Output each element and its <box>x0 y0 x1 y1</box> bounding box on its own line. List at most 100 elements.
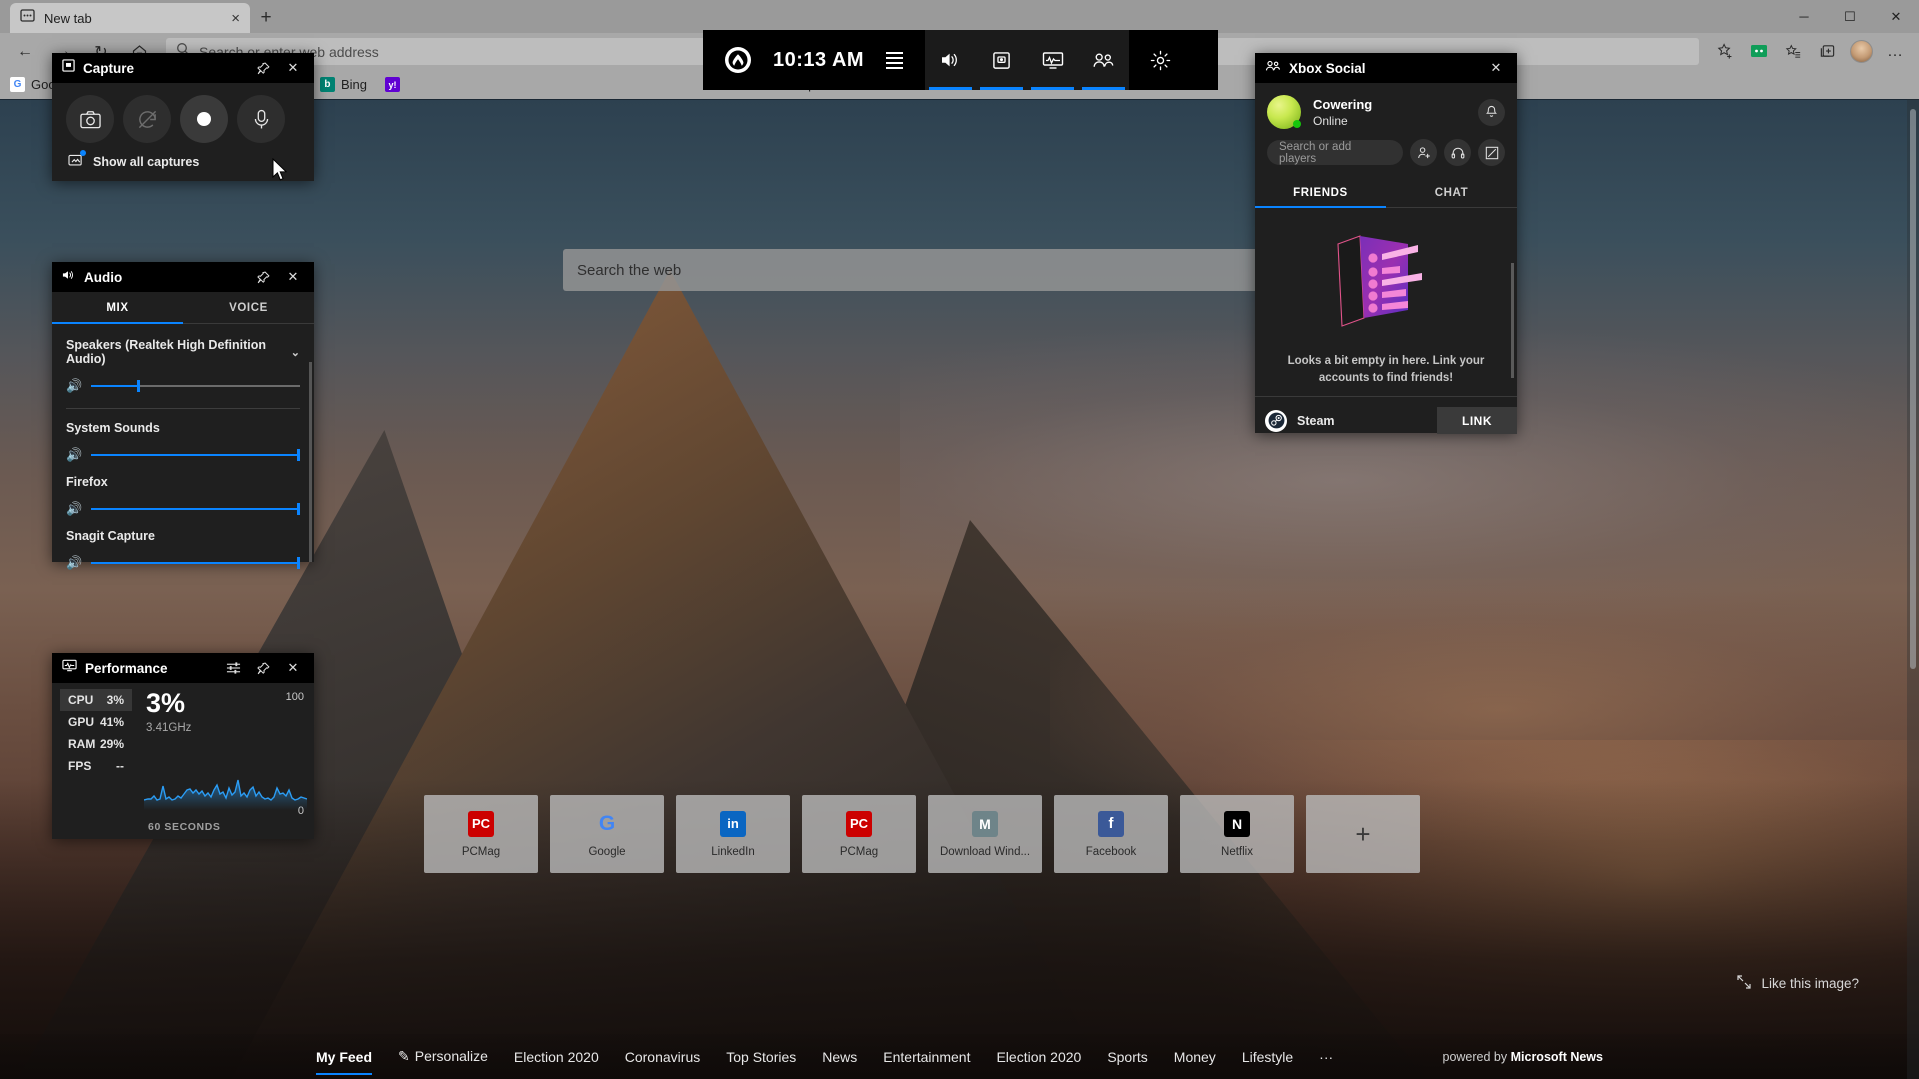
minimize-button[interactable]: ─ <box>1781 0 1827 33</box>
speaker-icon: 🔊 <box>66 555 83 570</box>
audio-channel-slider[interactable]: 🔊 <box>66 489 300 517</box>
tab-actions-icon[interactable] <box>1811 37 1843 67</box>
game-bar-tab-audio[interactable] <box>925 30 976 90</box>
favorites-list-icon[interactable] <box>1777 37 1809 67</box>
scrollbar-thumb[interactable] <box>1910 109 1916 669</box>
record-last-30-seconds-button[interactable] <box>123 95 171 143</box>
collections-icon[interactable] <box>1743 37 1775 67</box>
back-icon[interactable]: ← <box>8 37 42 67</box>
close-icon[interactable]: ✕ <box>282 56 304 80</box>
news-tab-personalize[interactable]: ✎ Personalize <box>398 1048 488 1065</box>
chevron-down-icon[interactable]: ⌄ <box>291 346 300 359</box>
avatar[interactable] <box>1267 95 1301 129</box>
bookmark-item[interactable]: y! <box>384 77 406 92</box>
new-tab-button[interactable]: + <box>252 5 280 31</box>
favorite-star-icon[interactable] <box>1709 37 1741 67</box>
like-this-image[interactable]: Like this image? <box>1737 975 1859 992</box>
page-scrollbar[interactable] <box>1907 99 1919 1079</box>
news-tab-top-stories[interactable]: Top Stories <box>726 1049 796 1065</box>
slider-fill <box>91 562 300 564</box>
shortcut-tile[interactable]: PC PCMag <box>802 795 916 873</box>
more-menu-icon[interactable]: … <box>1879 37 1911 67</box>
slider-track[interactable] <box>91 557 300 569</box>
news-tab-money[interactable]: Money <box>1174 1049 1216 1065</box>
steam-icon <box>1265 409 1287 432</box>
maximize-button[interactable]: ☐ <box>1827 0 1873 33</box>
audio-channel-label: System Sounds <box>66 421 160 435</box>
game-bar-tab-xbox-social[interactable] <box>1078 30 1129 90</box>
perf-stat-ram[interactable]: RAM 29% <box>60 733 132 755</box>
slider-track[interactable] <box>91 449 300 461</box>
news-tab-lifestyle[interactable]: Lifestyle <box>1242 1049 1293 1065</box>
performance-axis-top: 100 <box>285 691 304 703</box>
news-feed-bar: My Feed ✎ Personalize Election 2020 Coron… <box>0 1034 1919 1079</box>
tab-mix[interactable]: MIX <box>52 292 183 324</box>
audio-channel-slider[interactable]: 🔊 <box>66 435 300 463</box>
link-button[interactable]: LINK <box>1437 407 1517 435</box>
performance-axis-time: 60 SECONDS <box>148 821 221 833</box>
slider-track[interactable] <box>91 503 300 515</box>
search-players-input[interactable]: Search or add players <box>1267 140 1403 165</box>
news-tab-coronavirus[interactable]: Coronavirus <box>625 1049 700 1065</box>
bell-icon[interactable] <box>1478 98 1505 126</box>
news-tab-my-feed[interactable]: My Feed <box>316 1049 373 1075</box>
search-input[interactable]: Search the web <box>577 262 1275 279</box>
tab-voice[interactable]: VOICE <box>183 292 314 323</box>
sliders-icon[interactable] <box>222 656 244 680</box>
shortcut-tile[interactable]: G Google <box>550 795 664 873</box>
game-bar-tab-capture[interactable] <box>976 30 1027 90</box>
audio-device-slider[interactable]: 🔊 <box>66 366 300 394</box>
close-icon[interactable]: × <box>231 11 240 26</box>
profile-avatar[interactable] <box>1845 37 1877 67</box>
perf-stat-fps[interactable]: FPS -- <box>60 755 132 777</box>
social-scrollbar[interactable] <box>1511 263 1514 378</box>
news-tab-news[interactable]: News <box>822 1049 857 1065</box>
tab-friends[interactable]: FRIENDS <box>1255 178 1386 208</box>
shortcut-tile[interactable]: N Netflix <box>1180 795 1294 873</box>
shortcut-tile[interactable]: f Facebook <box>1054 795 1168 873</box>
slider-thumb[interactable] <box>297 449 300 461</box>
close-icon[interactable]: ✕ <box>282 265 304 289</box>
news-tab-election-2[interactable]: Election 2020 <box>996 1049 1081 1065</box>
tab-chat[interactable]: CHAT <box>1386 178 1517 207</box>
netflix-icon: N <box>1224 810 1250 837</box>
microphone-toggle-button[interactable] <box>237 95 285 143</box>
news-more-icon[interactable]: ··· <box>1319 1049 1333 1065</box>
close-icon[interactable]: ✕ <box>282 656 304 680</box>
perf-stat-cpu[interactable]: CPU 3% <box>60 689 132 711</box>
xbox-logo-icon[interactable] <box>725 47 751 73</box>
powered-brand: Microsoft News <box>1510 1049 1603 1064</box>
slider-thumb[interactable] <box>297 503 300 515</box>
close-icon[interactable]: ✕ <box>1485 56 1507 80</box>
headset-icon[interactable] <box>1444 139 1471 166</box>
screenshot-button[interactable] <box>66 95 114 143</box>
tab-title: New tab <box>44 10 92 26</box>
audio-scrollbar[interactable] <box>309 362 312 562</box>
compose-icon[interactable] <box>1478 139 1505 166</box>
widget-menu-icon[interactable] <box>886 51 904 69</box>
bookmark-item[interactable]: b Bing <box>319 77 367 92</box>
slider-thumb[interactable] <box>297 557 300 569</box>
game-bar-settings-button[interactable] <box>1129 30 1192 90</box>
slider-track[interactable] <box>91 380 300 392</box>
web-search-box[interactable]: Search the web <box>563 249 1349 291</box>
news-tab-entertainment[interactable]: Entertainment <box>883 1049 970 1065</box>
shortcut-tile[interactable]: in LinkedIn <box>676 795 790 873</box>
browser-tab[interactable]: New tab × <box>10 3 250 33</box>
slider-thumb[interactable] <box>136 380 140 392</box>
start-recording-button[interactable] <box>180 95 228 143</box>
game-bar-tab-performance[interactable] <box>1027 30 1078 90</box>
add-person-icon[interactable] <box>1410 139 1437 166</box>
news-tab-sports[interactable]: Sports <box>1107 1049 1147 1065</box>
audio-channel-slider[interactable]: 🔊 <box>66 543 300 571</box>
pin-icon[interactable] <box>252 656 274 680</box>
audio-device-row[interactable]: Speakers (Realtek High Definition Audio)… <box>66 334 300 366</box>
shortcut-tile[interactable]: PC PCMag <box>424 795 538 873</box>
add-shortcut-tile[interactable]: + <box>1306 795 1420 873</box>
perf-stat-gpu[interactable]: GPU 41% <box>60 711 132 733</box>
shortcut-tile[interactable]: M Download Wind... <box>928 795 1042 873</box>
pin-icon[interactable] <box>252 265 274 289</box>
pin-icon[interactable] <box>252 56 274 80</box>
news-tab-election[interactable]: Election 2020 <box>514 1049 599 1065</box>
close-window-button[interactable]: ✕ <box>1873 0 1919 33</box>
